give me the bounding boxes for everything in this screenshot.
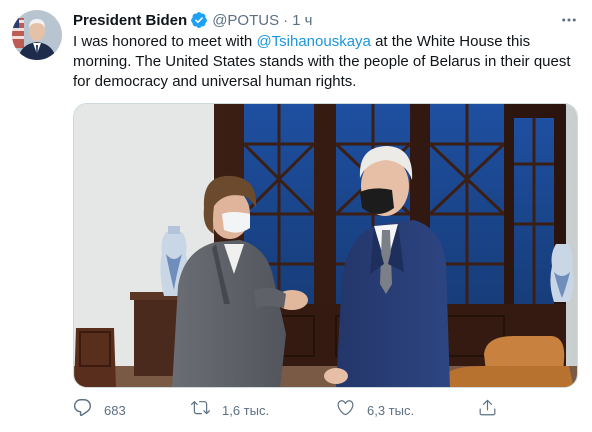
more-options-icon[interactable] xyxy=(558,10,580,30)
tweet-text: I was honored to meet with @Tsihanouskay… xyxy=(73,32,578,92)
author-handle[interactable]: @POTUS xyxy=(212,12,279,29)
reply-button[interactable]: 683 xyxy=(73,398,126,422)
share-button[interactable] xyxy=(478,398,497,422)
reply-count: 683 xyxy=(104,402,126,418)
tweet[interactable]: President Biden @POTUS · 1 ч I was honor… xyxy=(0,0,592,432)
author-name[interactable]: President Biden xyxy=(73,12,187,29)
retweet-button[interactable]: 1,6 тыс. xyxy=(191,398,269,422)
tweet-header: President Biden @POTUS · 1 ч xyxy=(73,10,312,30)
like-button[interactable]: 6,3 тыс. xyxy=(336,398,414,422)
tweet-text-before: I was honored to meet with xyxy=(73,33,257,50)
retweet-icon xyxy=(191,398,210,422)
retweet-count: 1,6 тыс. xyxy=(222,402,270,418)
header-separator: · xyxy=(283,11,289,29)
mention-link[interactable]: @Tsihanouskaya xyxy=(256,33,370,50)
tweet-photo[interactable] xyxy=(73,103,578,388)
reply-icon xyxy=(73,398,92,422)
avatar[interactable] xyxy=(12,10,62,60)
tweet-time[interactable]: 1 ч xyxy=(292,12,312,29)
tweet-actions: 683 1,6 тыс. 6,3 тыс. xyxy=(73,398,513,422)
like-count: 6,3 тыс. xyxy=(367,402,415,418)
like-icon xyxy=(336,398,355,422)
verified-badge-icon xyxy=(190,11,208,29)
share-icon xyxy=(478,398,497,422)
